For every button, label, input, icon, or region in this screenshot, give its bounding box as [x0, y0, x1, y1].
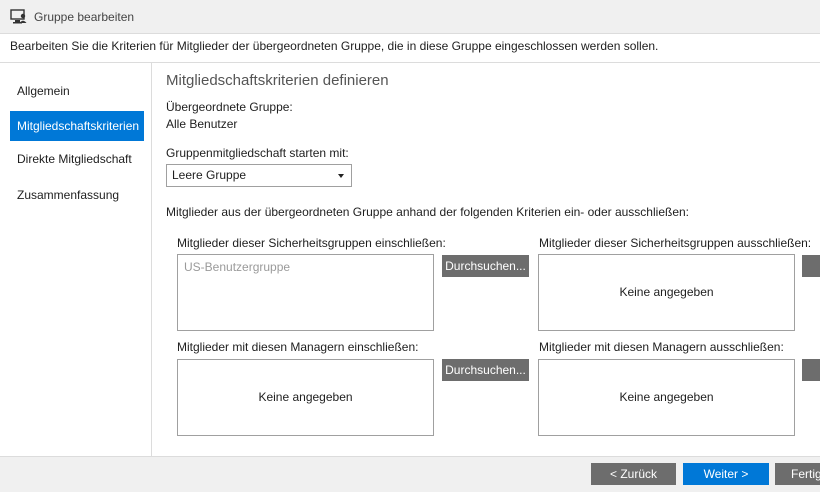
criteria-intro: Mitglieder aus der übergeordneten Gruppe… [166, 205, 690, 219]
include-managers-label: Mitglieder mit diesen Managern einschlie… [177, 340, 419, 354]
parent-group-value: Alle Benutzer [166, 117, 238, 131]
include-managers-list[interactable]: Keine angegeben [177, 359, 434, 436]
finish-button[interactable]: Fertig [775, 463, 820, 485]
next-button[interactable]: Weiter > [683, 463, 769, 485]
exclude-managers-list[interactable]: Keine angegeben [538, 359, 795, 436]
wizard-nav: Allgemein Mitgliedschaftskriterien Direk… [0, 63, 152, 456]
title-bar: Gruppe bearbeiten [0, 0, 820, 34]
nav-item-mitgliedschaftskriterien[interactable]: Mitgliedschaftskriterien [10, 111, 144, 141]
chevron-down-icon [338, 174, 344, 178]
page-subtitle: Bearbeiten Sie die Kriterien für Mitglie… [10, 39, 659, 53]
nav-item-direkte-mitgliedschaft[interactable]: Direkte Mitgliedschaft [10, 144, 144, 174]
empty-placeholder: Keine angegeben [619, 285, 714, 299]
wizard-footer: < Zurück Weiter > Fertig [0, 456, 820, 492]
browse-include-managers-button[interactable]: Durchsuchen... [442, 359, 529, 381]
exclude-groups-list[interactable]: Keine angegeben [538, 254, 795, 331]
exclude-managers-label: Mitglieder mit diesen Managern ausschlie… [539, 340, 784, 354]
start-membership-value: Leere Gruppe [172, 168, 247, 182]
browse-exclude-managers-button[interactable] [802, 359, 820, 381]
start-membership-select[interactable]: Leere Gruppe [166, 164, 352, 187]
browse-exclude-groups-button[interactable] [802, 255, 820, 277]
section-heading: Mitgliedschaftskriterien definieren [166, 72, 389, 89]
computer-user-icon [10, 9, 27, 24]
include-groups-list[interactable]: US-Benutzergruppe [177, 254, 434, 331]
nav-item-zusammenfassung[interactable]: Zusammenfassung [10, 180, 144, 210]
exclude-groups-label: Mitglieder dieser Sicherheitsgruppen aus… [539, 236, 812, 250]
parent-group-label: Übergeordnete Gruppe: [166, 100, 293, 114]
start-membership-label: Gruppenmitgliedschaft starten mit: [166, 146, 349, 160]
back-button[interactable]: < Zurück [591, 463, 676, 485]
include-groups-label: Mitglieder dieser Sicherheitsgruppen ein… [177, 236, 446, 250]
empty-placeholder: Keine angegeben [258, 390, 353, 404]
browse-include-groups-button[interactable]: Durchsuchen... [442, 255, 529, 277]
nav-item-allgemein[interactable]: Allgemein [10, 76, 144, 106]
window-title: Gruppe bearbeiten [34, 10, 135, 24]
list-item[interactable]: US-Benutzergruppe [184, 260, 290, 274]
empty-placeholder: Keine angegeben [619, 390, 714, 404]
